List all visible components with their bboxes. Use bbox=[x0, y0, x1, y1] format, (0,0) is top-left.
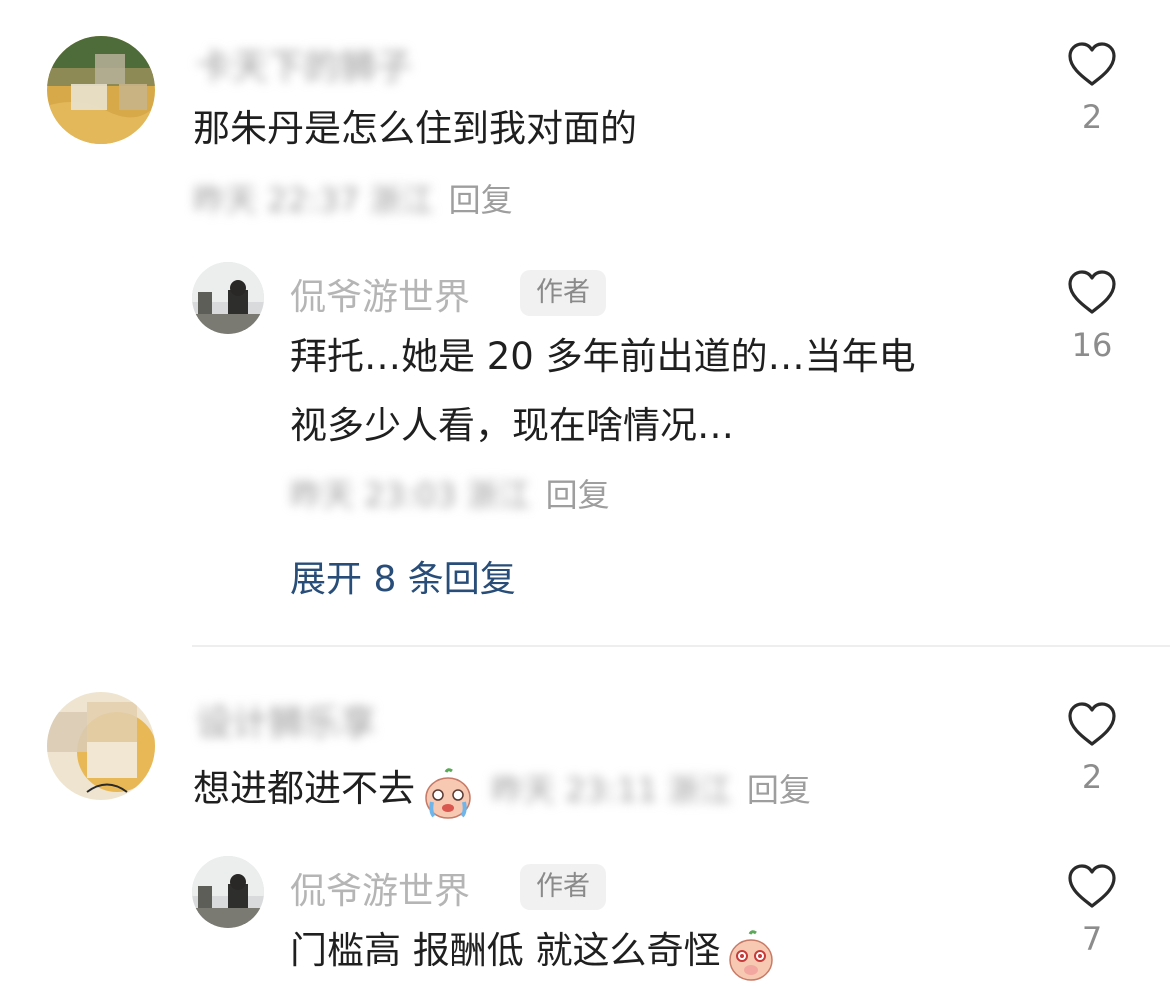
reply-username[interactable]: 侃爷游世界 bbox=[290, 862, 470, 914]
shy-face-emoji bbox=[726, 929, 776, 982]
like-button[interactable]: 2 bbox=[1052, 700, 1132, 796]
reply-body-row: 门槛高 报酬低 就这么奇怪 bbox=[290, 918, 776, 984]
reply-text-line1: 拜托…她是 20 多年前出道的…当年电 bbox=[290, 335, 916, 378]
heart-outline-icon bbox=[1068, 270, 1116, 314]
comment-meta: 昨天 23:11 浙江 bbox=[491, 771, 732, 809]
reply-button[interactable]: 回复 bbox=[546, 476, 610, 514]
reply-button[interactable]: 回复 bbox=[449, 181, 513, 219]
avatar[interactable] bbox=[192, 262, 264, 334]
like-button[interactable]: 2 bbox=[1052, 40, 1132, 136]
comment-meta-row: 昨天 22:37 浙江 回复 bbox=[193, 175, 513, 221]
avatar[interactable] bbox=[192, 856, 264, 928]
heart-outline-icon bbox=[1068, 702, 1116, 746]
like-count: 2 bbox=[1081, 98, 1103, 136]
comment-body-row: 想进都进不去 昨天 23:11 浙江 回复 bbox=[193, 756, 811, 822]
avatar[interactable] bbox=[47, 36, 155, 144]
like-count: 16 bbox=[1071, 326, 1113, 364]
comment-text: 想进都进不去 bbox=[193, 767, 415, 810]
reply-meta: 昨天 23:03 浙江 bbox=[290, 476, 531, 514]
like-count: 7 bbox=[1081, 920, 1103, 958]
author-badge: 作者 bbox=[520, 864, 606, 910]
expand-replies-link[interactable]: 展开 8 条回复 bbox=[290, 550, 516, 602]
heart-outline-icon bbox=[1068, 864, 1116, 908]
comment-meta: 昨天 22:37 浙江 bbox=[193, 181, 434, 219]
reply-username[interactable]: 侃爷游世界 bbox=[290, 268, 470, 320]
crying-face-emoji bbox=[422, 767, 474, 820]
avatar[interactable] bbox=[47, 692, 155, 800]
reply-button[interactable]: 回复 bbox=[747, 771, 811, 809]
author-badge: 作者 bbox=[520, 270, 606, 316]
like-count: 2 bbox=[1081, 758, 1103, 796]
heart-outline-icon bbox=[1068, 42, 1116, 86]
reply-meta-row: 昨天 23:03 浙江 回复 bbox=[290, 470, 610, 516]
comment-username[interactable]: 设计狮乐享 bbox=[196, 694, 376, 746]
divider bbox=[192, 645, 1170, 647]
comment-text: 那朱丹是怎么住到我对面的 bbox=[193, 107, 637, 150]
like-button[interactable]: 7 bbox=[1052, 862, 1132, 958]
comment-username[interactable]: 卡天下的狮子 bbox=[196, 38, 412, 90]
reply-text-line1: 门槛高 报酬低 就这么奇怪 bbox=[290, 929, 721, 972]
reply-text-line2: 视多少人看，现在啥情况… bbox=[290, 404, 734, 447]
like-button[interactable]: 16 bbox=[1052, 268, 1132, 364]
